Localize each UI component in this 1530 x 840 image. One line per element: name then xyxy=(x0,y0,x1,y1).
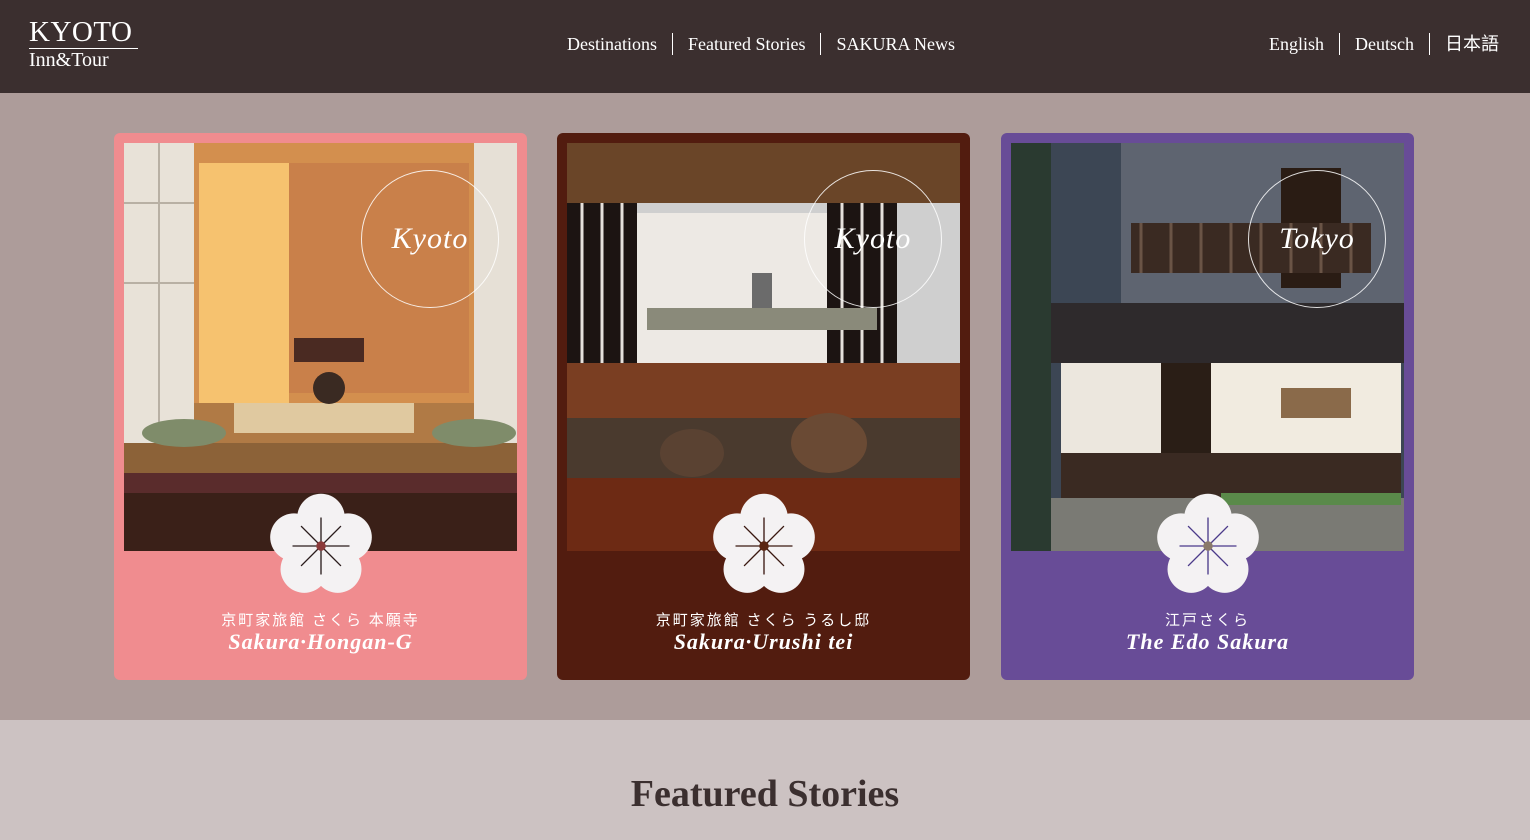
language-switcher: English Deutsch 日本語 xyxy=(1254,33,1514,55)
lang-japanese[interactable]: 日本語 xyxy=(1430,33,1514,55)
sakura-flower-icon xyxy=(1157,493,1259,593)
inn-card-the-edo-sakura[interactable]: Tokyo 江戸さくら The Edo Sakura xyxy=(1001,133,1414,680)
lang-deutsch[interactable]: Deutsch xyxy=(1340,33,1429,55)
inn-name-japanese: 京町家旅館 さくら うるし邸 xyxy=(655,613,872,629)
city-badge: Kyoto xyxy=(361,170,499,308)
inn-card-sakura-urushi-tei[interactable]: Kyoto 京町家旅館 さくら うるし邸 Sakura·Urushi tei xyxy=(557,133,970,680)
city-label: Kyoto xyxy=(391,222,469,255)
main-nav: Destinations Featured Stories SAKURA New… xyxy=(552,33,970,55)
inn-card-sakura-hongan-g[interactable]: Kyoto 京町家旅館 さくら 本願寺 Sakura·Hongan-G xyxy=(114,133,527,680)
site-logo[interactable]: KYOTO Inn&Tour xyxy=(29,18,138,70)
city-label: Kyoto xyxy=(834,222,912,255)
inn-name: Sakura·Hongan-G xyxy=(228,629,413,654)
logo-wordmark: KYOTO xyxy=(29,18,138,49)
nav-destinations[interactable]: Destinations xyxy=(552,33,672,55)
inn-name-japanese: 江戸さくら xyxy=(1164,613,1250,629)
site-header: KYOTO Inn&Tour Destinations Featured Sto… xyxy=(0,0,1530,93)
sakura-flower-icon xyxy=(270,493,372,593)
nav-featured-stories[interactable]: Featured Stories xyxy=(673,33,820,55)
inn-cards-section: Kyoto 京町家旅館 さくら 本願寺 Sakura·Hongan-G Kyot… xyxy=(0,93,1530,720)
featured-stories-section: Featured Stories xyxy=(0,720,1530,840)
logo-subtitle: Inn&Tour xyxy=(29,49,109,71)
city-badge: Tokyo xyxy=(1248,170,1386,308)
city-label: Tokyo xyxy=(1279,222,1355,255)
nav-sakura-news[interactable]: SAKURA News xyxy=(821,33,970,55)
lang-english[interactable]: English xyxy=(1254,33,1339,55)
section-title: Featured Stories xyxy=(630,773,900,815)
city-badge: Kyoto xyxy=(804,170,942,308)
inn-name: Sakura·Urushi tei xyxy=(673,629,854,654)
inn-name-japanese: 京町家旅館 さくら 本願寺 xyxy=(221,613,420,629)
sakura-flower-icon xyxy=(713,493,815,593)
inn-name: The Edo Sakura xyxy=(1125,629,1290,654)
